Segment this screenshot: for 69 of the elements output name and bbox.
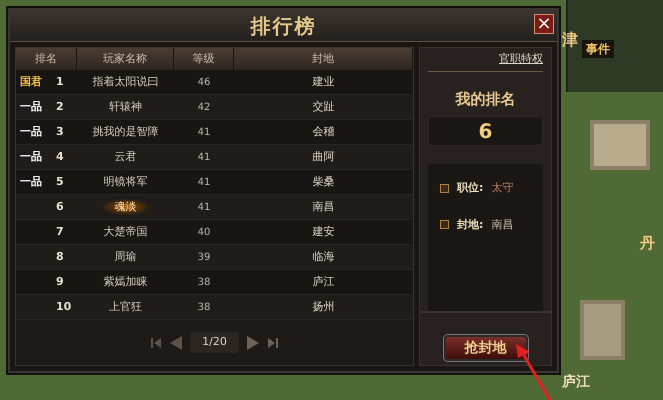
level-text: 40 bbox=[196, 226, 212, 240]
map-label[interactable]: 津 bbox=[562, 28, 578, 52]
player-name: 轩辕神 bbox=[108, 98, 143, 115]
rank-number: 3 bbox=[56, 124, 64, 140]
rank-number: 5 bbox=[56, 174, 64, 190]
fortress-drawing bbox=[580, 300, 625, 360]
level-text: 42 bbox=[196, 100, 212, 114]
window-title: 排行榜 bbox=[250, 12, 316, 40]
map-label[interactable]: 庐江 bbox=[562, 372, 590, 393]
rank-title: 国君 bbox=[20, 74, 43, 90]
my-rank-label: 我的排名 bbox=[456, 88, 516, 110]
fief-text: 庐江 bbox=[312, 274, 336, 290]
fief-text: 扬州 bbox=[312, 298, 336, 315]
rank-number: 1 bbox=[56, 74, 64, 90]
info-label: 封地: bbox=[457, 216, 484, 232]
level-text: 38 bbox=[196, 276, 212, 290]
fortress-drawing bbox=[590, 120, 650, 170]
info-value: 太守 bbox=[491, 180, 514, 196]
fief-text: 柴桑 bbox=[312, 174, 336, 190]
next-page-icon[interactable] bbox=[246, 336, 259, 350]
info-label: 职位: bbox=[457, 180, 484, 196]
player-name: 上官狂 bbox=[108, 298, 143, 315]
fief-text: 临海 bbox=[312, 248, 336, 265]
last-page-icon[interactable] bbox=[266, 336, 279, 348]
rank-title: 一品 bbox=[20, 174, 43, 190]
player-name: 指着太阳说曰 bbox=[92, 74, 160, 90]
my-rank-value: 6 bbox=[428, 116, 543, 146]
player-name: 明镜将军 bbox=[102, 174, 148, 190]
rank-title: 一品 bbox=[20, 98, 43, 115]
player-name: 周瑜 bbox=[114, 248, 138, 265]
rank-title: 一品 bbox=[20, 148, 43, 165]
page-indicator: 1/20 bbox=[190, 332, 239, 353]
level-text: 41 bbox=[196, 126, 212, 140]
player-name: 挑我的是智障 bbox=[92, 124, 160, 140]
rank-number: 9 bbox=[56, 274, 64, 290]
seize-fief-button[interactable]: 抢封地 bbox=[444, 335, 528, 361]
fief-text: 建业 bbox=[312, 74, 336, 90]
player-name: 紫嫣加睐 bbox=[102, 274, 148, 290]
rank-number: 8 bbox=[56, 248, 64, 265]
rank-number: 4 bbox=[56, 148, 64, 165]
map-label[interactable]: 丹 bbox=[640, 232, 655, 254]
info-value: 南昌 bbox=[491, 216, 514, 232]
fief-text: 交趾 bbox=[312, 98, 336, 115]
fief-text: 建安 bbox=[312, 224, 336, 240]
privileges-link[interactable]: 官职特权 bbox=[499, 51, 543, 68]
close-button[interactable]: × bbox=[534, 14, 554, 34]
level-text: 38 bbox=[196, 300, 212, 314]
player-name: 魂淡 bbox=[102, 198, 148, 216]
level-text: 41 bbox=[196, 176, 212, 190]
fief-text: 南昌 bbox=[312, 198, 336, 215]
first-page-icon[interactable] bbox=[150, 336, 162, 348]
player-name: 大楚帝国 bbox=[102, 224, 148, 240]
previous-page-icon[interactable] bbox=[170, 336, 182, 350]
map-label[interactable]: 事件 bbox=[582, 40, 614, 58]
fief-text: 曲阿 bbox=[312, 148, 336, 165]
arrow-annotation bbox=[514, 344, 554, 400]
bullet-icon bbox=[440, 220, 449, 230]
rank-number: 2 bbox=[56, 98, 64, 115]
fief-text: 会稽 bbox=[312, 124, 336, 140]
rank-title: 一品 bbox=[20, 124, 43, 140]
level-text: 41 bbox=[196, 150, 212, 164]
level-text: 39 bbox=[196, 250, 212, 264]
rank-number: 10 bbox=[56, 298, 72, 315]
bullet-icon bbox=[440, 184, 449, 193]
level-text: 46 bbox=[196, 76, 212, 90]
player-name: 云君 bbox=[114, 148, 138, 165]
rank-number: 6 bbox=[56, 198, 64, 215]
level-text: 41 bbox=[196, 200, 212, 214]
rank-number: 7 bbox=[56, 224, 64, 240]
